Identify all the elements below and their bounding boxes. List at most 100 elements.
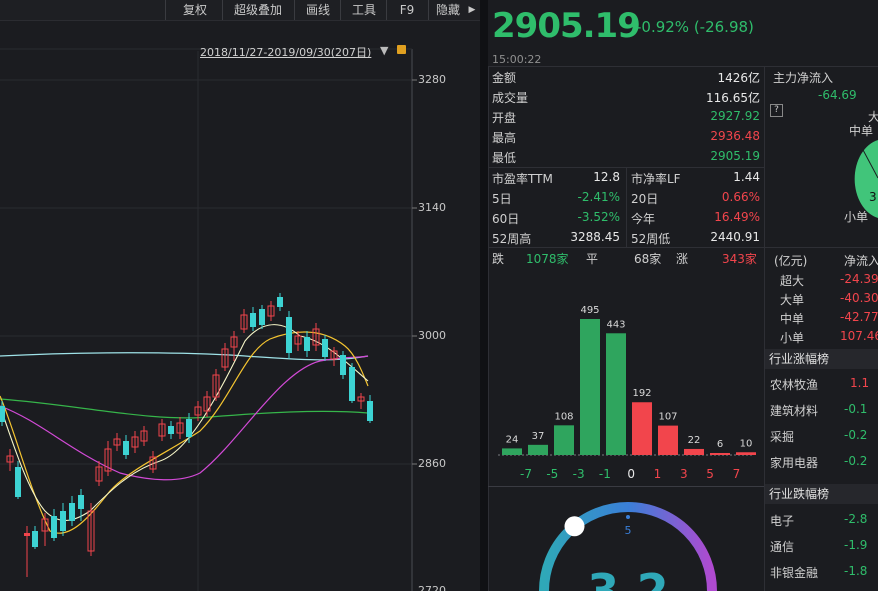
industry-name[interactable]: 非银金融: [770, 564, 818, 581]
panel-divider[interactable]: [480, 0, 488, 591]
stat-value: 1426亿: [717, 71, 760, 85]
gauge-knob: [564, 516, 585, 537]
distribution-tick-label: -5: [546, 467, 558, 481]
flow-row-value: 107.46: [840, 329, 878, 343]
stat-label: 最高: [492, 131, 517, 145]
industry-change: -0.2: [844, 428, 868, 442]
dropdown-triangle-icon[interactable]: ▼: [380, 44, 388, 57]
distribution-tick-label: 3: [680, 467, 688, 481]
lock-icon[interactable]: [397, 45, 406, 54]
restore-rights-button[interactable]: 复权: [170, 0, 220, 20]
stat-value: 116.65亿: [706, 91, 760, 105]
industry-change: -1.9: [844, 538, 868, 552]
y-axis-label: 2860: [418, 457, 446, 470]
industry-name[interactable]: 采掘: [770, 428, 794, 445]
distribution-bar: [606, 333, 626, 455]
distribution-bar-label: 22: [688, 435, 701, 446]
up-count: 343家: [722, 252, 757, 266]
down-label: 跌: [492, 252, 505, 266]
draw-line-button[interactable]: 画线: [296, 0, 340, 20]
stat-label: 最低: [492, 151, 517, 165]
distribution-bar-label: 24: [506, 434, 519, 445]
industry-change: -0.1: [844, 402, 868, 416]
industry-losers-title[interactable]: 行业跌幅榜: [765, 484, 878, 504]
gauge-tick-dot: [626, 515, 630, 519]
industry-name[interactable]: 家用电器: [770, 454, 818, 471]
distribution-tick-label: 1: [654, 467, 662, 481]
grid-label: 5日: [492, 192, 512, 206]
index-price: 2905.19: [492, 6, 641, 46]
distribution-bar: [710, 453, 730, 455]
flow-pie-chart: [854, 140, 878, 218]
industry-gainers-title[interactable]: 行业涨幅榜: [765, 349, 878, 369]
grid-label: 60日: [492, 212, 520, 226]
distribution-bar: [632, 402, 652, 455]
industry-change: -0.2: [844, 454, 868, 468]
flow-row-label: 中单: [780, 312, 805, 326]
grid-label: 市盈率TTM: [492, 172, 553, 186]
triangle-right-icon[interactable]: ▶: [466, 0, 478, 20]
grid-value: 1.44: [733, 170, 760, 184]
grid-value: -3.52%: [577, 210, 620, 224]
grid-value: 0.66%: [721, 190, 760, 204]
up-label: 涨: [676, 252, 689, 266]
quote-time: 15:00:22: [492, 53, 542, 66]
super-overlay-button[interactable]: 超级叠加: [224, 0, 292, 20]
grid-label: 今年: [631, 212, 656, 226]
kline-chart-panel[interactable]: 复权 超级叠加 画线 工具 F9 隐藏 ▶ 2018/11/27-2019/09…: [0, 0, 480, 591]
industry-name[interactable]: 农林牧渔: [770, 376, 818, 393]
flow-row-label: 大单: [780, 293, 805, 307]
distribution-tick-label: 7: [733, 467, 741, 481]
industry-change: -1.8: [844, 564, 868, 578]
industry-name[interactable]: 电子: [770, 512, 794, 529]
distribution-tick-label: -1: [599, 467, 611, 481]
grid-label: 52周低: [631, 232, 671, 246]
f9-button[interactable]: F9: [388, 0, 426, 20]
rise-fall-distribution-chart: 24 37 108 495 443 192 107 22 6 10 -7 -5 -3 -1 0 1 3 5 7: [498, 305, 756, 481]
distribution-bar: [736, 452, 756, 455]
industry-name[interactable]: 建筑材料: [770, 402, 818, 419]
tools-button[interactable]: 工具: [342, 0, 386, 20]
distribution-bar-label: 192: [632, 388, 651, 399]
industry-change: -2.8: [844, 512, 868, 526]
help-icon[interactable]: ?: [770, 104, 783, 117]
distribution-bar: [580, 319, 600, 455]
distribution-bar-label: 6: [717, 439, 723, 450]
kline-canvas: [0, 48, 417, 591]
stat-label: 金额: [492, 71, 517, 85]
distribution-bar-label: 495: [580, 305, 599, 316]
grid-label: 20日: [631, 192, 659, 206]
y-axis-label: 3140: [418, 201, 446, 214]
industry-change: 1.1: [850, 376, 870, 390]
flow-title: 主力净流入: [773, 71, 834, 85]
down-count: 1078家: [526, 252, 569, 266]
grid-value: 3288.45: [570, 230, 620, 244]
stat-value: 2905.19: [710, 149, 760, 163]
distribution-tick-label: 0: [627, 467, 635, 481]
pie-label-num: 3: [869, 190, 877, 204]
distribution-tick-label: 5: [706, 467, 714, 481]
distribution-bar: [684, 448, 704, 455]
distribution-bar-label: 443: [606, 319, 625, 330]
flat-count: 68家: [634, 252, 662, 266]
distribution-tick-label: -7: [520, 467, 532, 481]
distribution-bar-label: 107: [658, 412, 677, 423]
distribution-bar: [502, 448, 522, 455]
flat-label: 平: [586, 252, 599, 266]
industry-name[interactable]: 通信: [770, 538, 794, 555]
sentiment-gauge: 5 3.2: [539, 502, 717, 591]
flow-row-value: -42.77: [840, 310, 878, 324]
stat-label: 成交量: [492, 91, 529, 105]
quote-sidebar: 2905.19 -0.92% (-26.98) 15:00:22 金额 1426…: [488, 0, 878, 591]
chart-toolbar: 复权 超级叠加 画线 工具 F9 隐藏 ▶: [0, 0, 480, 21]
hide-button[interactable]: 隐藏: [430, 0, 466, 20]
y-axis-label: 3280: [418, 73, 446, 86]
y-axis-label: 3000: [418, 329, 446, 342]
flow-row-value: -40.30: [840, 291, 878, 305]
date-range-label[interactable]: 2018/11/27-2019/09/30(207日): [200, 44, 371, 60]
grid-value: 2440.91: [710, 230, 760, 244]
flow-value: -64.69: [818, 88, 857, 102]
gauge-tick-label: 5: [625, 524, 632, 537]
grid-label: 52周高: [492, 232, 532, 246]
pie-label-large: 大: [868, 110, 878, 124]
